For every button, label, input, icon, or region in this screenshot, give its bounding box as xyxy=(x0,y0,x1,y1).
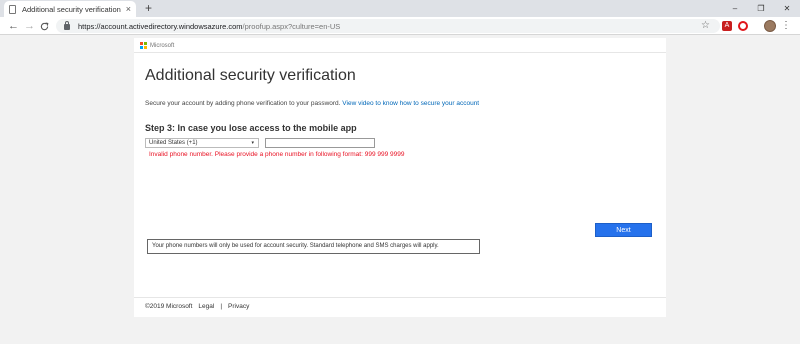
next-button[interactable]: Next xyxy=(595,223,652,237)
microsoft-logo: Microsoft xyxy=(140,42,174,49)
tab-close-icon[interactable]: × xyxy=(126,4,131,14)
back-button[interactable]: ← xyxy=(8,19,19,33)
footer-divider xyxy=(134,297,666,298)
page-title: Additional security verification xyxy=(145,67,356,84)
page-viewport: Microsoft Additional security verificati… xyxy=(0,35,800,344)
page-icon xyxy=(9,4,16,14)
header-divider xyxy=(134,52,666,53)
browser-toolbar: ← → https://account.activedirectory.wind… xyxy=(0,17,800,35)
legal-link[interactable]: Legal xyxy=(198,303,214,310)
brand-name: Microsoft xyxy=(150,42,175,49)
country-code-select[interactable]: United States (+1) ▾ xyxy=(145,138,259,148)
bookmark-star-icon[interactable]: ☆ xyxy=(701,19,710,33)
video-help-link[interactable]: View video to know how to secure your ac… xyxy=(342,100,479,107)
lock-icon xyxy=(64,21,70,30)
intro-sentence: Secure your account by adding phone veri… xyxy=(145,100,341,107)
intro-text: Secure your account by adding phone veri… xyxy=(145,100,479,107)
url-text: https://account.activedirectory.windowsa… xyxy=(78,22,340,31)
window-controls: – ❐ ✕ xyxy=(722,0,800,17)
browser-tab[interactable]: Additional security verification × xyxy=(4,1,136,17)
address-bar[interactable]: https://account.activedirectory.windowsa… xyxy=(56,19,720,33)
privacy-link[interactable]: Privacy xyxy=(228,303,249,310)
step-heading: Step 3: In case you lose access to the m… xyxy=(145,123,357,133)
restore-button[interactable]: ❐ xyxy=(748,0,774,17)
profile-avatar[interactable] xyxy=(764,20,776,32)
url-host: https://account.activedirectory.windowsa… xyxy=(78,21,243,31)
close-window-button[interactable]: ✕ xyxy=(774,0,800,17)
new-tab-button[interactable]: + xyxy=(145,1,152,15)
minimize-button[interactable]: – xyxy=(722,0,748,17)
forward-button[interactable]: → xyxy=(24,19,35,33)
copyright-text: ©2019 Microsoft xyxy=(145,303,193,310)
url-path: /proofup.aspx?culture=en-US xyxy=(242,21,341,31)
country-code-value: United States (+1) xyxy=(149,140,198,146)
verification-card: Microsoft Additional security verificati… xyxy=(134,38,666,317)
phone-usage-notice: Your phone numbers will only be used for… xyxy=(147,239,480,254)
tab-title: Additional security verification xyxy=(22,4,121,14)
dropdown-arrow-icon: ▾ xyxy=(251,140,254,146)
reload-button[interactable] xyxy=(40,19,49,35)
microsoft-logo-icon xyxy=(140,42,147,49)
tab-strip: Additional security verification × + – ❐… xyxy=(0,0,800,17)
reload-icon xyxy=(40,22,49,31)
phone-number-input[interactable] xyxy=(265,138,375,148)
page-footer: ©2019 Microsoft Legal | Privacy xyxy=(145,303,249,310)
footer-separator: | xyxy=(220,303,223,310)
opera-extension-icon[interactable] xyxy=(738,21,748,31)
phone-error-message: Invalid phone number. Please provide a p… xyxy=(149,151,405,158)
pdf-extension-icon[interactable]: A xyxy=(722,21,732,31)
browser-menu-icon[interactable]: ⋮ xyxy=(781,19,791,33)
